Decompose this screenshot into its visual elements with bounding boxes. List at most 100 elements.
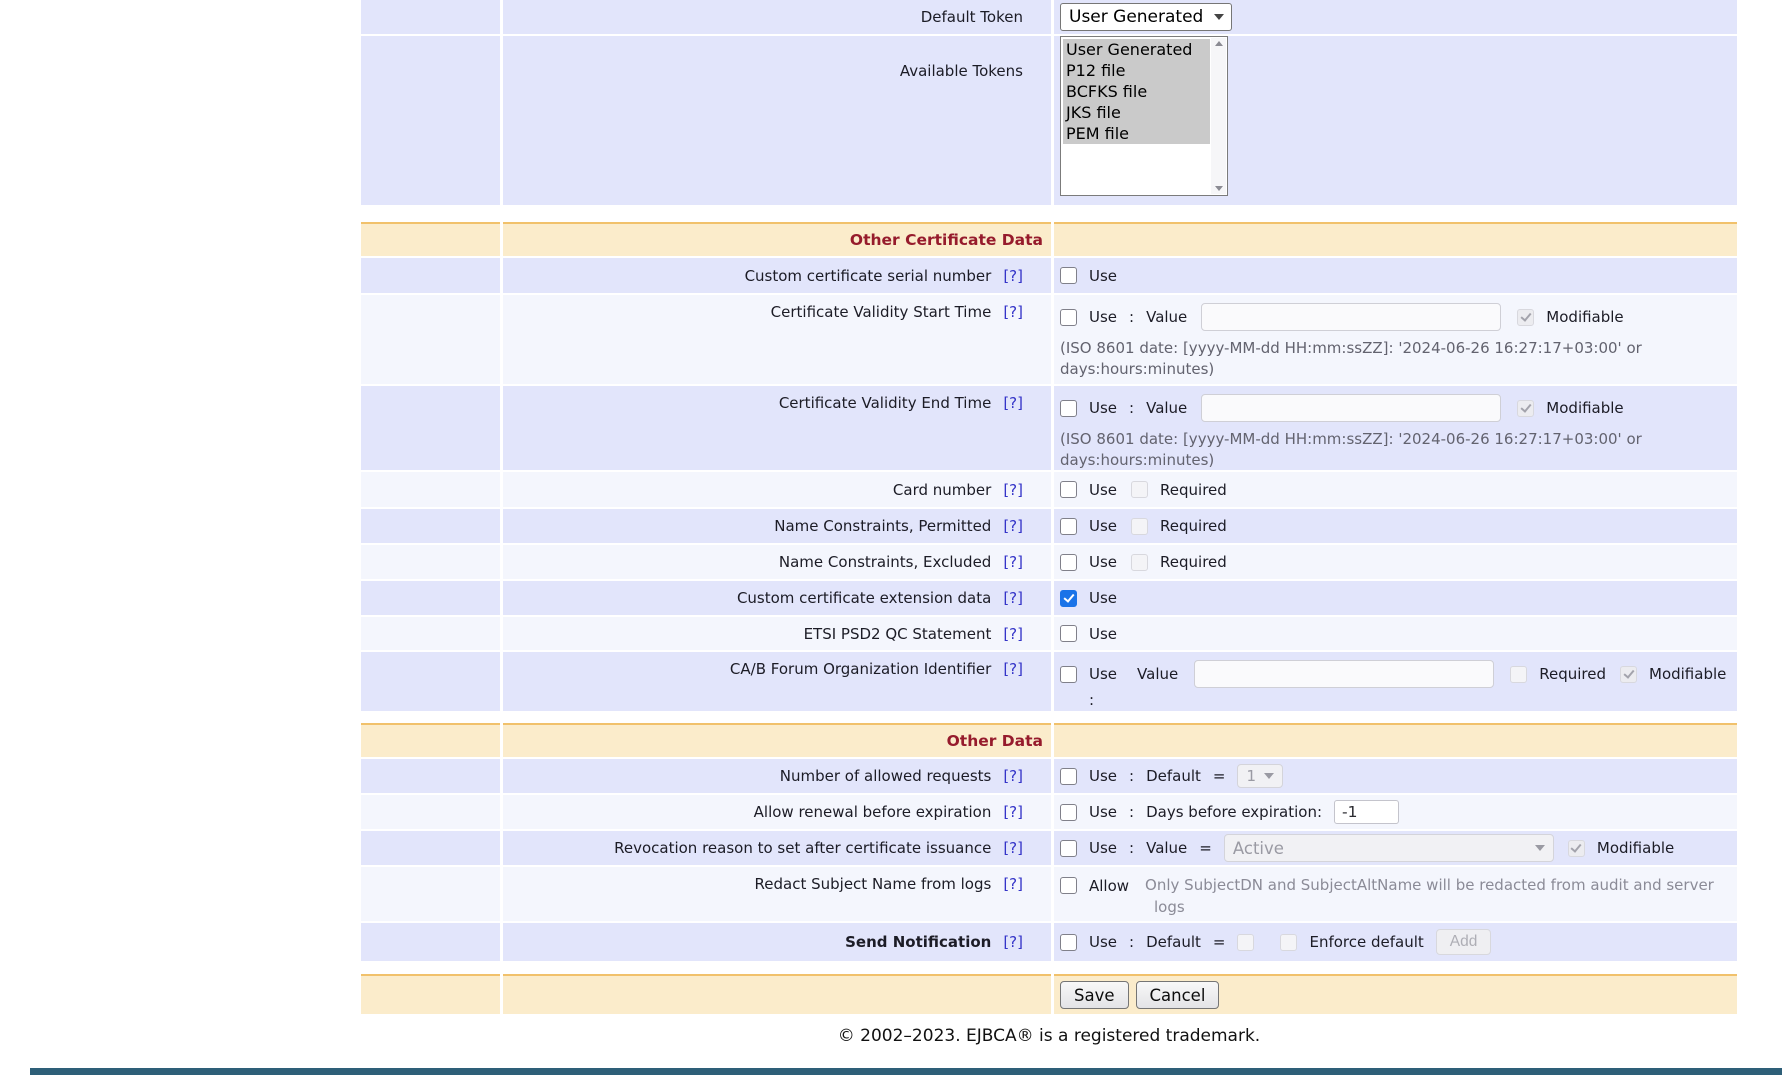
spacer-cell (361, 258, 500, 293)
value-cell: User Generated (1054, 0, 1737, 34)
use-checkbox[interactable] (1060, 625, 1077, 642)
default-token-row: Default Token User Generated (361, 0, 1737, 34)
use-checkbox[interactable] (1060, 666, 1077, 683)
actions-cell: Save Cancel (1054, 974, 1737, 1014)
help-link[interactable]: [?] (1003, 660, 1023, 678)
use-checkbox[interactable] (1060, 804, 1077, 821)
scroll-up-icon[interactable] (1215, 41, 1223, 46)
use-checkbox[interactable] (1060, 481, 1077, 498)
table-row-name-constraints-permitted: Name Constraints, Permitted [?] Use Requ… (361, 509, 1737, 543)
help-link[interactable]: [?] (1003, 303, 1023, 321)
default-token-selected-value: User Generated (1069, 7, 1203, 27)
value-cell: User GeneratedP12 fileBCFKS fileJKS file… (1054, 36, 1737, 205)
table-row-name-constraints-excluded: Name Constraints, Excluded [?] Use Requi… (361, 545, 1737, 579)
use-label: Use (1089, 803, 1117, 821)
use-checkbox[interactable] (1060, 934, 1077, 951)
row-label: Name Constraints, Permitted (774, 517, 991, 535)
label-cell: Certificate Validity End Time [?] (503, 386, 1051, 470)
section-gap (361, 205, 1737, 222)
required-label: Required (1539, 665, 1606, 683)
start-time-input[interactable] (1201, 303, 1501, 331)
help-link[interactable]: [?] (1003, 933, 1023, 951)
colon: : (1129, 839, 1134, 857)
listbox-option[interactable]: User Generated (1063, 39, 1210, 60)
use-checkbox[interactable] (1060, 590, 1077, 607)
table-row-card-number: Card number [?] Use Required (361, 472, 1737, 507)
listbox-option[interactable]: BCFKS file (1063, 81, 1210, 102)
table-row-custom-serial: Custom certificate serial number [?] Use (361, 258, 1737, 293)
value-cell: Use : Value Modifiable (ISO 8601 date: [… (1054, 386, 1737, 470)
listbox-option[interactable]: P12 file (1063, 60, 1210, 81)
label-cell: Default Token (503, 0, 1051, 34)
help-link[interactable]: [?] (1003, 517, 1023, 535)
cancel-button[interactable]: Cancel (1136, 981, 1220, 1009)
spacer-cell (361, 723, 500, 757)
help-link[interactable]: [?] (1003, 589, 1023, 607)
spacer-cell (361, 509, 500, 543)
section-header-row: Other Data (361, 723, 1737, 757)
help-link[interactable]: [?] (1003, 625, 1023, 643)
use-label: Use (1089, 767, 1117, 785)
use-label: Use (1089, 399, 1117, 417)
listbox-option[interactable]: JKS file (1063, 102, 1210, 123)
spacer-cell (361, 831, 500, 865)
value-label: Value (1146, 308, 1187, 326)
help-link[interactable]: [?] (1003, 803, 1023, 821)
required-checkbox (1131, 481, 1148, 498)
days-before-expiration-input[interactable] (1334, 800, 1399, 824)
use-checkbox[interactable] (1060, 309, 1077, 326)
help-link[interactable]: [?] (1003, 481, 1023, 499)
save-button[interactable]: Save (1060, 981, 1129, 1009)
use-checkbox[interactable] (1060, 840, 1077, 857)
use-checkbox[interactable] (1060, 518, 1077, 535)
spacer-cell (361, 0, 500, 34)
value-cell: Use : Default = 1 (1054, 759, 1737, 793)
help-link[interactable]: [?] (1003, 839, 1023, 857)
end-time-input[interactable] (1201, 394, 1501, 422)
listbox-option[interactable]: PEM file (1063, 123, 1210, 144)
default-token-select[interactable]: User Generated (1060, 3, 1232, 31)
help-link[interactable]: [?] (1003, 553, 1023, 571)
use-label: Use (1089, 267, 1117, 285)
spacer-cell (361, 36, 500, 205)
help-link[interactable]: [?] (1003, 394, 1023, 412)
value-cell: Use (1054, 617, 1737, 650)
equals-sign: = (1199, 839, 1212, 857)
modifiable-checkbox (1568, 840, 1585, 857)
use-label: Use (1089, 308, 1117, 326)
use-checkbox[interactable] (1060, 554, 1077, 571)
bottom-divider-bar (30, 1068, 1782, 1075)
value-cell: Use Required (1054, 509, 1737, 543)
help-link[interactable]: [?] (1003, 767, 1023, 785)
use-checkbox[interactable] (1060, 267, 1077, 284)
value-label: Value (1146, 839, 1187, 857)
spacer-cell (361, 617, 500, 650)
allow-checkbox[interactable] (1060, 877, 1077, 894)
profile-form: Default Token User Generated Available T… (361, 0, 1737, 1046)
chevron-down-icon (1264, 773, 1274, 779)
value-cell: Use Required (1054, 472, 1737, 507)
table-row-validity-start: Certificate Validity Start Time [?] Use … (361, 295, 1737, 384)
cab-org-id-input[interactable] (1194, 660, 1494, 688)
required-checkbox (1131, 518, 1148, 535)
help-link[interactable]: [?] (1003, 875, 1023, 893)
table-row-etsi-psd2: ETSI PSD2 QC Statement [?] Use (361, 617, 1737, 650)
row-label: Allow renewal before expiration (754, 803, 992, 821)
allowed-requests-select: 1 (1237, 764, 1283, 788)
help-link[interactable]: [?] (1003, 267, 1023, 285)
modifiable-label: Modifiable (1546, 308, 1623, 326)
listbox-scrollbar[interactable] (1211, 38, 1226, 194)
iso-date-note: (ISO 8601 date: [yyyy-MM-dd HH:mm:ssZZ]:… (1060, 338, 1642, 380)
label-cell: CA/B Forum Organization Identifier [?] (503, 652, 1051, 711)
spacer-cell (361, 652, 500, 711)
use-label: Use (1089, 553, 1117, 571)
scroll-down-icon[interactable] (1215, 186, 1223, 191)
use-checkbox[interactable] (1060, 768, 1077, 785)
table-row-send-notification: Send Notification [?] Use : Default = En… (361, 923, 1737, 961)
use-label: Use (1089, 839, 1117, 857)
header-cell: Other Certificate Data (503, 222, 1051, 256)
use-checkbox[interactable] (1060, 400, 1077, 417)
spacer-cell (361, 581, 500, 615)
available-tokens-listbox[interactable]: User GeneratedP12 fileBCFKS fileJKS file… (1060, 36, 1228, 196)
equals-sign: = (1213, 933, 1226, 951)
